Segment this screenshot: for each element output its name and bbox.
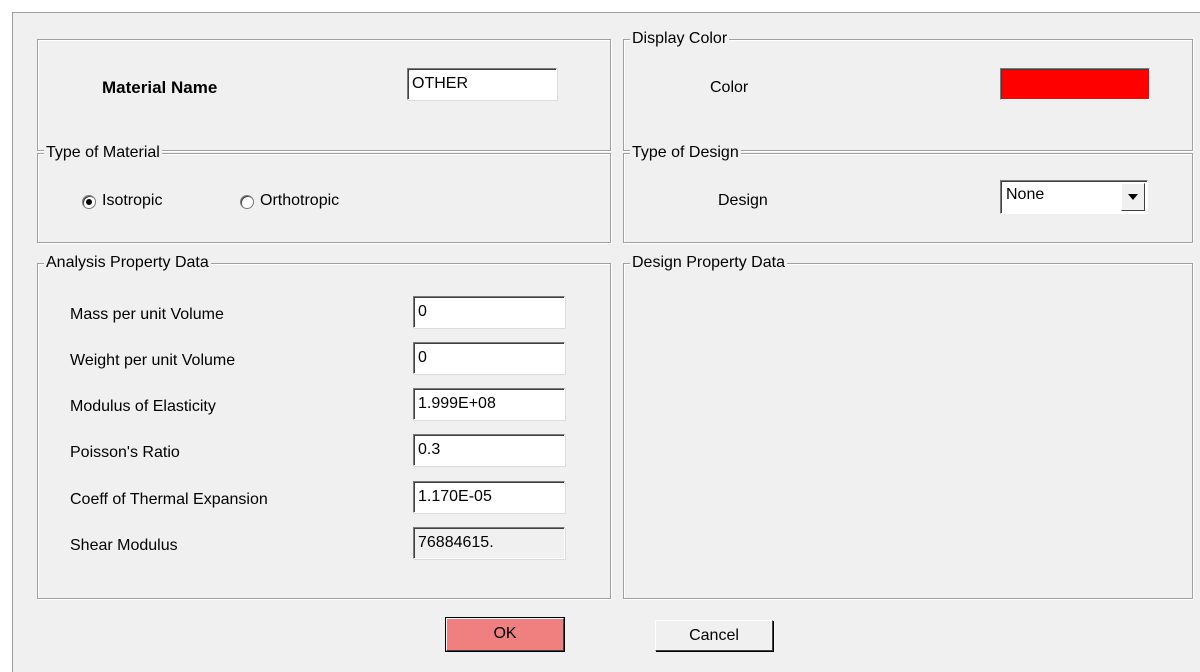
modulus-of-elasticity-input[interactable]: 1.999E+08 bbox=[413, 388, 565, 420]
poissons-ratio-input[interactable]: 0.3 bbox=[413, 434, 565, 466]
chevron-down-icon bbox=[1128, 194, 1138, 200]
poissons-ratio-label: Poisson's Ratio bbox=[70, 444, 180, 461]
type-of-material-group: Type of Material Isotropic Orthotropic bbox=[37, 143, 611, 243]
material-property-dialog: Material Name OTHER Display Color Color … bbox=[12, 12, 1200, 672]
isotropic-radio[interactable] bbox=[82, 195, 96, 209]
shear-modulus-label: Shear Modulus bbox=[70, 537, 178, 554]
orthotropic-radio[interactable] bbox=[240, 195, 254, 209]
weight-per-unit-volume-input[interactable]: 0 bbox=[413, 342, 565, 374]
isotropic-label[interactable]: Isotropic bbox=[102, 191, 162, 211]
design-property-data-group: Design Property Data bbox=[623, 253, 1193, 599]
analysis-property-data-group: Analysis Property Data Mass per unit Vol… bbox=[37, 253, 611, 599]
orthotropic-label[interactable]: Orthotropic bbox=[260, 191, 339, 211]
color-label: Color bbox=[710, 79, 749, 96]
display-color-title: Display Color bbox=[630, 29, 730, 49]
material-name-input[interactable]: OTHER bbox=[407, 68, 557, 100]
analysis-property-data-title: Analysis Property Data bbox=[44, 253, 211, 273]
mass-per-unit-volume-input[interactable]: 0 bbox=[413, 296, 565, 328]
design-select[interactable]: None bbox=[1000, 180, 1148, 214]
material-name-group: Material Name OTHER bbox=[37, 39, 611, 151]
cancel-button[interactable]: Cancel bbox=[655, 620, 773, 651]
mass-per-unit-volume-label: Mass per unit Volume bbox=[70, 306, 224, 323]
design-dropdown-button[interactable] bbox=[1121, 183, 1145, 211]
design-select-value: None bbox=[1006, 186, 1045, 203]
weight-per-unit-volume-label: Weight per unit Volume bbox=[70, 352, 236, 369]
modulus-of-elasticity-label: Modulus of Elasticity bbox=[70, 398, 216, 415]
color-swatch-button[interactable] bbox=[1000, 68, 1150, 100]
display-color-group: Display Color Color bbox=[623, 29, 1193, 151]
type-of-material-title: Type of Material bbox=[44, 143, 162, 163]
shear-modulus-value: 76884615. bbox=[413, 527, 565, 559]
coeff-thermal-expansion-label: Coeff of Thermal Expansion bbox=[70, 491, 268, 508]
material-name-label: Material Name bbox=[102, 78, 218, 97]
design-label: Design bbox=[718, 192, 768, 209]
radio-selected-dot bbox=[86, 199, 92, 205]
type-of-design-group: Type of Design Design None bbox=[623, 143, 1193, 243]
ok-button[interactable]: OK bbox=[445, 617, 565, 652]
type-of-design-title: Type of Design bbox=[630, 143, 741, 163]
design-property-data-title: Design Property Data bbox=[630, 253, 787, 273]
coeff-thermal-expansion-input[interactable]: 1.170E-05 bbox=[413, 481, 565, 513]
